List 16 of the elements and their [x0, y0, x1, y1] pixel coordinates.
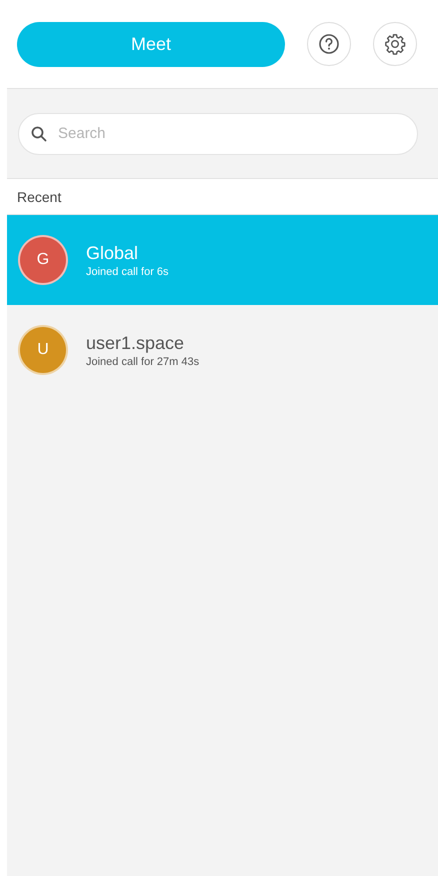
- avatar: G: [18, 235, 68, 285]
- search-field[interactable]: Search: [18, 112, 418, 154]
- call-status: Joined call for 6s: [86, 266, 169, 278]
- settings-icon: [384, 33, 406, 55]
- meet-button[interactable]: Meet: [17, 22, 285, 66]
- help-button[interactable]: [307, 22, 351, 66]
- avatar: U: [18, 325, 68, 375]
- call-name: Global: [86, 242, 140, 264]
- call-name: user1.space: [86, 332, 186, 354]
- section-label: Recent: [17, 188, 62, 204]
- help-icon: [318, 33, 340, 55]
- call-item[interactable]: G Global Joined call for 6s: [7, 215, 438, 305]
- call-item[interactable]: U user1.space Joined call for 27m 43s: [7, 305, 438, 395]
- search-icon: [31, 126, 47, 142]
- call-status: Joined call for 27m 43s: [86, 356, 200, 368]
- settings-button[interactable]: [373, 22, 417, 66]
